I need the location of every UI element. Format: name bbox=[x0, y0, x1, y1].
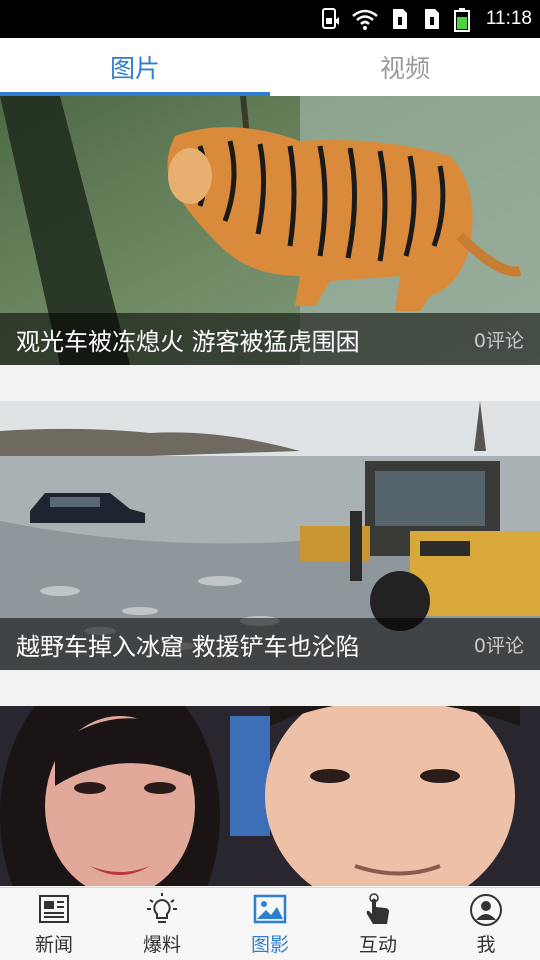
wifi-icon bbox=[352, 8, 378, 30]
status-time: 11:18 bbox=[485, 8, 532, 29]
category-tabs: 图片 视频 bbox=[0, 38, 540, 96]
nav-label: 互动 bbox=[358, 934, 397, 956]
bottom-nav: 新闻 爆料 图影 互动 我 bbox=[0, 887, 540, 960]
tab-pictures[interactable]: 图片 bbox=[0, 38, 270, 96]
photo-feed[interactable]: 观光车被冻熄火 游客被猛虎围困 0评论 越野车掉入冰窟 救援铲车也沦陷 0评论 bbox=[0, 96, 540, 886]
sim-2-icon bbox=[422, 8, 442, 30]
feed-card[interactable]: 越野车掉入冰窟 救援铲车也沦陷 0评论 bbox=[0, 401, 540, 670]
sim-1-icon bbox=[390, 8, 410, 30]
picture-icon bbox=[253, 894, 287, 924]
lightbulb-icon bbox=[147, 893, 177, 923]
feed-card[interactable]: 观光车被冻熄火 游客被猛虎围困 0评论 bbox=[0, 96, 540, 365]
card-caption: 越野车掉入冰窟 救援铲车也沦陷 0评论 bbox=[0, 618, 540, 670]
newspaper-icon bbox=[39, 895, 69, 923]
card-caption: 观光车被冻熄火 游客被猛虎围困 0评论 bbox=[0, 313, 540, 365]
nav-item-news[interactable]: 新闻 bbox=[0, 888, 108, 960]
nav-label: 图影 bbox=[250, 934, 289, 956]
feed-card[interactable] bbox=[0, 706, 540, 886]
sim-card-icon bbox=[320, 8, 340, 30]
battery-icon bbox=[453, 8, 470, 32]
card-title: 越野车掉入冰窟 救援铲车也沦陷 bbox=[16, 632, 360, 661]
comment-count: 0评论 bbox=[473, 329, 524, 352]
user-profile-icon bbox=[470, 894, 502, 926]
nav-label: 新闻 bbox=[34, 934, 73, 956]
comment-count: 0评论 bbox=[473, 634, 524, 657]
nav-item-gallery[interactable]: 图影 bbox=[216, 888, 324, 960]
nav-item-interact[interactable]: 互动 bbox=[324, 888, 432, 960]
couple-selfie-photo bbox=[0, 706, 540, 886]
nav-label: 我 bbox=[476, 934, 496, 956]
nav-item-tips[interactable]: 爆料 bbox=[108, 888, 216, 960]
nav-label: 爆料 bbox=[142, 934, 181, 956]
tab-videos[interactable]: 视频 bbox=[270, 38, 540, 96]
touch-hand-icon bbox=[366, 893, 389, 924]
card-title: 观光车被冻熄火 游客被猛虎围困 bbox=[16, 327, 360, 356]
nav-item-me[interactable]: 我 bbox=[432, 888, 540, 960]
status-bar: 11:18 bbox=[0, 0, 540, 38]
